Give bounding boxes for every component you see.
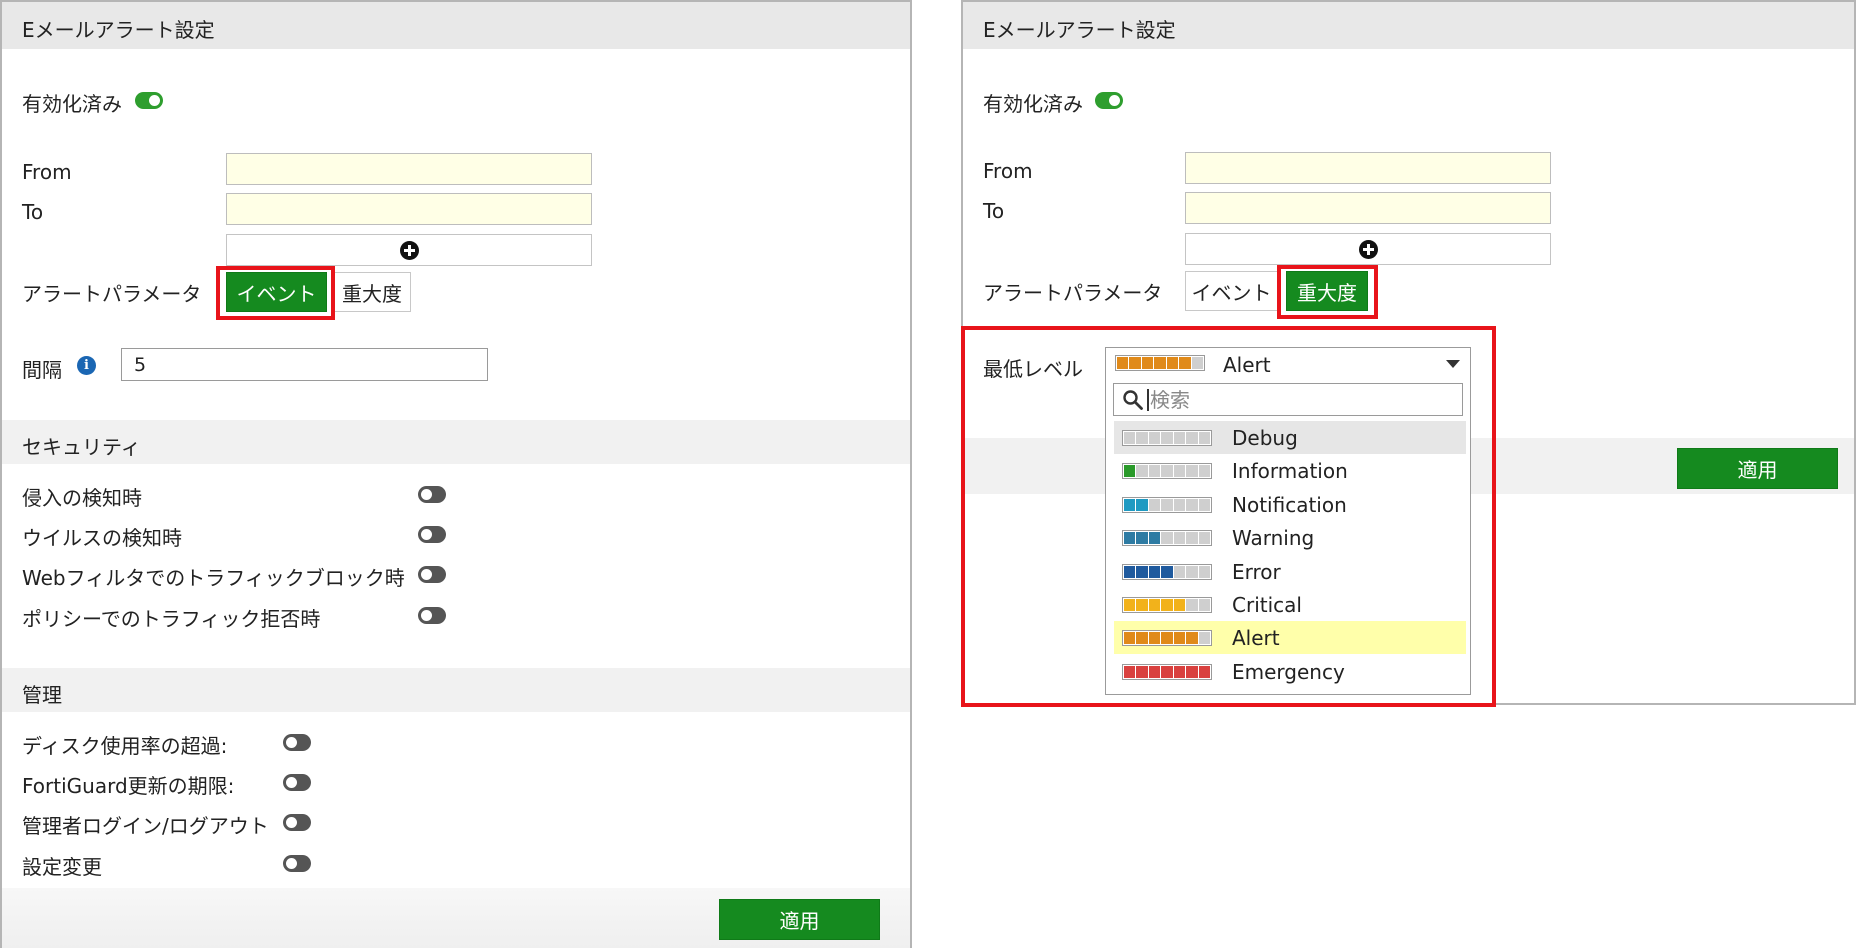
panel-title: Eメールアラート設定: [22, 18, 215, 42]
admin-item-fortiguard: FortiGuard更新の期限:: [22, 774, 235, 798]
panel-header: Eメールアラート設定: [963, 2, 1854, 49]
webfilter-toggle[interactable]: [418, 566, 446, 583]
policy-toggle[interactable]: [418, 607, 446, 624]
security-item-policy: ポリシーでのトラフィック拒否時: [22, 607, 321, 631]
intrusion-toggle[interactable]: [418, 486, 446, 503]
to-label: To: [22, 200, 44, 224]
admin-item-login: 管理者ログイン/ログアウト: [22, 814, 269, 838]
config-toggle[interactable]: [283, 855, 311, 872]
enabled-label: 有効化済み: [983, 92, 1083, 116]
plus-circle-icon: [400, 241, 419, 260]
interval-input[interactable]: 5: [121, 348, 488, 381]
admin-item-config: 設定変更: [22, 855, 102, 879]
info-icon[interactable]: i: [77, 356, 96, 375]
interval-label: 間隔: [22, 358, 62, 382]
to-input[interactable]: [1185, 192, 1551, 224]
enabled-toggle[interactable]: [1095, 92, 1123, 109]
to-input[interactable]: [226, 193, 592, 225]
security-section-title: セキュリティ: [22, 435, 141, 459]
enabled-label: 有効化済み: [22, 92, 122, 116]
virus-toggle[interactable]: [418, 526, 446, 543]
highlight-severity-button: [1277, 265, 1378, 319]
alert-parameter-label: アラートパラメータ: [22, 282, 202, 306]
panel-header: Eメールアラート設定: [2, 2, 910, 49]
disk-toggle[interactable]: [283, 734, 311, 751]
highlight-event-button: [216, 266, 335, 320]
plus-circle-icon: [1359, 240, 1378, 259]
panel-title: Eメールアラート設定: [983, 18, 1176, 42]
login-toggle[interactable]: [283, 814, 311, 831]
from-input[interactable]: [226, 153, 592, 185]
from-input[interactable]: [1185, 152, 1551, 184]
admin-item-disk: ディスク使用率の超過:: [22, 734, 228, 758]
event-button[interactable]: イベント: [1185, 271, 1278, 311]
from-label: From: [983, 159, 1033, 183]
alert-parameter-label: アラートパラメータ: [983, 281, 1163, 305]
to-label: To: [983, 199, 1005, 223]
fortiguard-toggle[interactable]: [283, 774, 311, 791]
severity-button[interactable]: 重大度: [333, 272, 411, 312]
apply-button[interactable]: 適用: [719, 899, 880, 940]
highlight-min-level-area: [961, 326, 1496, 707]
security-item-virus: ウイルスの検知時: [22, 526, 182, 550]
add-recipient-button[interactable]: [226, 234, 592, 266]
security-item-webfilter: Webフィルタでのトラフィックブロック時: [22, 566, 405, 590]
add-recipient-button[interactable]: [1185, 233, 1551, 265]
security-section-header: セキュリティ: [2, 420, 910, 464]
admin-section-title: 管理: [22, 683, 62, 707]
security-item-intrusion: 侵入の検知時: [22, 486, 142, 510]
from-label: From: [22, 160, 72, 184]
enabled-toggle[interactable]: [135, 92, 163, 109]
email-alert-panel-left: Eメールアラート設定 有効化済み From To アラートパラメータ イベント …: [0, 0, 912, 948]
admin-section-header: 管理: [2, 668, 910, 712]
apply-button[interactable]: 適用: [1677, 448, 1838, 489]
